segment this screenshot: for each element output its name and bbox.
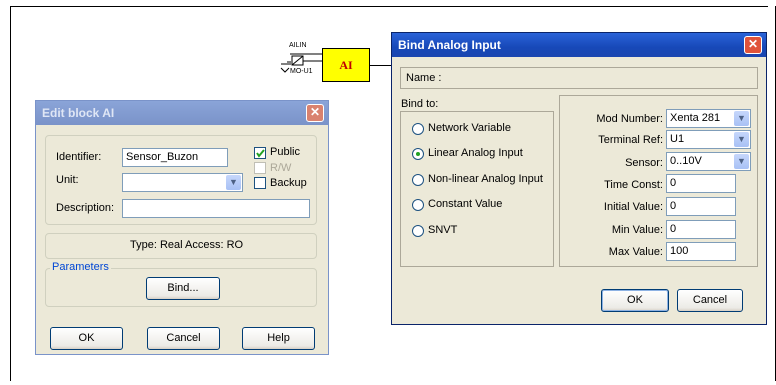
bind-analog-input-dialog: Bind Analog Input ✕ Name : Bind to: Netw…: [391, 32, 767, 325]
mod-number-label: Mod Number:: [596, 113, 663, 125]
cancel-button[interactable]: Cancel: [147, 327, 220, 350]
max-value-label: Max Value:: [608, 246, 663, 258]
public-label: Public: [270, 146, 300, 158]
min-value-field[interactable]: 0: [666, 220, 736, 239]
radio-constant-value[interactable]: [412, 199, 424, 211]
edit-block-titlebar[interactable]: Edit block AI ✕: [36, 101, 328, 125]
ai-block-label: AI: [339, 57, 353, 72]
sensor-select[interactable]: 0..10V ▼: [666, 152, 751, 171]
radio-network-variable[interactable]: [412, 123, 424, 135]
description-field[interactable]: [122, 199, 310, 218]
bind-dialog-title: Bind Analog Input: [398, 38, 501, 52]
max-value-field[interactable]: 100: [666, 242, 736, 261]
ai-function-block[interactable]: AI: [322, 48, 370, 82]
terminal-ref-label: Terminal Ref:: [598, 134, 663, 146]
description-label: Description:: [56, 202, 115, 214]
public-checkbox[interactable]: [254, 147, 266, 159]
bind-dialog-titlebar[interactable]: Bind Analog Input ✕: [392, 33, 766, 57]
backup-checkbox[interactable]: [254, 177, 266, 189]
mod-number-select[interactable]: Xenta 281 ▼: [666, 109, 751, 128]
rw-checkbox: [254, 162, 266, 174]
backup-label: Backup: [270, 177, 307, 189]
check-icon: [256, 149, 265, 158]
close-icon[interactable]: ✕: [744, 36, 762, 54]
identifier-field[interactable]: Sensor_Buzon: [122, 148, 228, 167]
sensor-value: 0..10V: [670, 155, 702, 167]
option-network-variable-label: Network Variable: [428, 122, 511, 134]
time-const-field[interactable]: 0: [666, 174, 736, 193]
bind-to-options-box: [400, 111, 554, 267]
help-button[interactable]: Help: [242, 327, 315, 350]
chevron-down-icon[interactable]: ▼: [734, 132, 749, 147]
time-const-label: Time Const:: [604, 179, 663, 191]
initial-value-label: Initial Value:: [603, 201, 663, 213]
unit-select[interactable]: ▼: [122, 173, 243, 192]
unit-label: Unit:: [56, 174, 79, 186]
mod-number-value: Xenta 281: [670, 112, 721, 124]
edit-block-dialog: Edit block AI ✕ Identifier: Sensor_Buzon…: [35, 100, 329, 355]
name-label: Name :: [406, 72, 442, 84]
bind-button[interactable]: Bind...: [146, 277, 220, 300]
terminal-ref-select[interactable]: U1 ▼: [666, 130, 751, 149]
close-icon[interactable]: ✕: [306, 104, 324, 122]
block-input-label: AILIN: [289, 42, 307, 49]
option-linear-analog-input-label: Linear Analog Input: [428, 147, 523, 159]
name-box: [400, 67, 758, 89]
option-snvt-label: SNVT: [428, 224, 458, 236]
option-nonlinear-analog-input-label: Non-linear Analog Input: [428, 173, 543, 185]
edit-block-title: Edit block AI: [42, 106, 115, 120]
radio-nonlinear-analog-input[interactable]: [412, 174, 424, 186]
chevron-down-icon[interactable]: ▼: [734, 111, 749, 126]
parameters-caption: Parameters: [50, 261, 111, 273]
terminal-ref-value: U1: [670, 133, 685, 145]
rw-label: R/W: [270, 162, 292, 174]
bind-ok-button[interactable]: OK: [601, 289, 669, 312]
type-access-text: Type: Real Access: RO: [130, 239, 244, 251]
radio-linear-analog-input[interactable]: [412, 148, 424, 160]
identifier-label: Identifier:: [56, 151, 102, 163]
bind-to-label: Bind to:: [401, 98, 439, 110]
bind-cancel-button[interactable]: Cancel: [677, 289, 743, 312]
block-output-label: MO-U1: [290, 68, 313, 75]
option-constant-value-label: Constant Value: [428, 198, 503, 210]
ok-button[interactable]: OK: [50, 327, 123, 350]
radio-snvt[interactable]: [412, 225, 424, 237]
chevron-down-icon[interactable]: ▼: [734, 154, 749, 169]
chevron-down-icon[interactable]: ▼: [226, 175, 241, 190]
initial-value-field[interactable]: 0: [666, 197, 736, 216]
sensor-label: Sensor:: [625, 157, 663, 169]
min-value-label: Min Value:: [611, 224, 663, 236]
